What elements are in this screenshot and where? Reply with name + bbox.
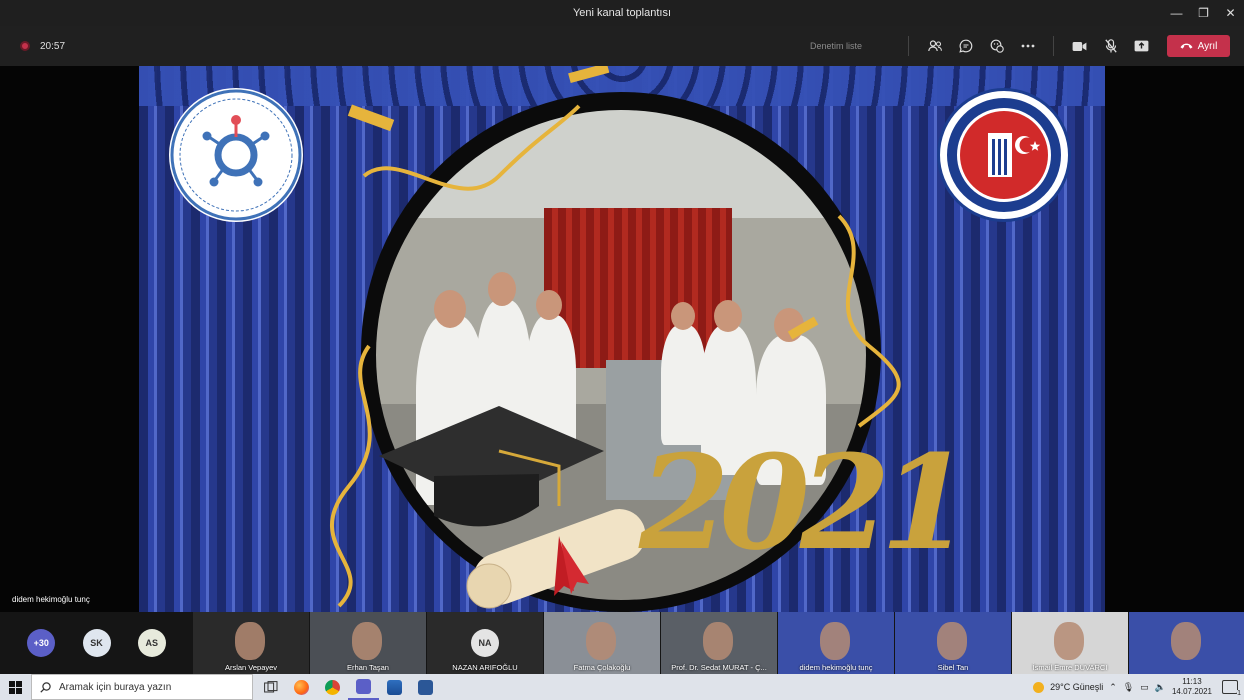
toolbar-divider <box>1053 36 1054 56</box>
photos-app[interactable] <box>379 674 410 700</box>
participant-tile[interactable]: didem hekimoğlu tunç <box>778 612 894 674</box>
participant-tile[interactable] <box>1129 612 1244 674</box>
participant-tile[interactable]: Sibel Tan <box>895 612 1011 674</box>
clock-time: 11:13 <box>1182 677 1202 686</box>
chrome-icon <box>325 679 340 695</box>
notification-count: 1 <box>1237 690 1241 697</box>
chat-icon[interactable] <box>950 26 981 66</box>
participant-name: Sibel Tan <box>937 663 969 672</box>
meeting-toolbar: 20:57 Denetim liste Ayrıl <box>0 26 1244 66</box>
participant-name: Arslan Vepayev <box>224 663 278 672</box>
firefox-app[interactable] <box>286 674 317 700</box>
chevron-up-icon[interactable]: ⌃ <box>1109 682 1117 693</box>
shared-video: 2021 didem hekimoğlu tunç <box>139 66 1105 612</box>
clock-date: 14.07.2021 <box>1171 687 1212 696</box>
photos-icon <box>387 679 402 695</box>
close-button[interactable]: ✕ <box>1217 0 1244 26</box>
window-controls: — ❐ ✕ <box>1163 0 1244 26</box>
participant-video-feed <box>586 622 616 660</box>
participant-video-feed <box>1054 622 1084 660</box>
year-artwork: 2021 <box>639 426 971 579</box>
speaker-name-label: didem hekimoğlu tunç <box>12 595 90 604</box>
participant-name: Prof. Dr. Sedat MURAT - Ç... <box>671 663 767 672</box>
windows-icon <box>9 680 22 694</box>
window-title: Yeni kanal toplantısı <box>572 7 672 19</box>
participant-avatar[interactable]: SK <box>82 629 111 657</box>
share-screen-icon[interactable] <box>1126 26 1157 66</box>
microphone-icon: 🎙 <box>1122 681 1135 692</box>
participant-tile[interactable]: NA NAZAN ARIFOĞLU <box>427 612 543 674</box>
participant-tile[interactable]: İsmail Emre DUVARCI <box>1012 612 1128 674</box>
leave-label: Ayrıl <box>1197 40 1218 52</box>
task-view-icon <box>263 681 277 693</box>
taskbar-search-box[interactable]: Aramak için buraya yazın <box>31 674 253 700</box>
participant-video-feed <box>937 622 967 660</box>
meeting-controls: Denetim liste Ayrıl <box>810 26 1230 66</box>
chrome-app[interactable] <box>317 674 348 700</box>
participant-avatar[interactable]: AS <box>137 629 166 657</box>
weather-text[interactable]: 29°C Güneşli <box>1050 682 1103 692</box>
participant-video-feed <box>235 622 265 660</box>
maximize-button[interactable]: ❐ <box>1190 0 1217 26</box>
participant-video-feed <box>703 622 733 660</box>
system-tray: 29°C Güneşli ⌃ 🎙 ▭ 🔈 11:13 14.07.2021 1 <box>1033 674 1244 700</box>
participant-video-feed <box>820 622 850 660</box>
toolbar-divider <box>908 36 909 56</box>
participants-icon[interactable] <box>919 26 950 66</box>
participant-name: Fatma Çolakoğlu <box>573 663 631 672</box>
system-clock[interactable]: 11:13 14.07.2021 <box>1172 677 1212 697</box>
meeting-timer: 20:57 <box>40 40 66 52</box>
overflow-participants: +30 SK AS <box>0 612 193 674</box>
firefox-icon <box>294 679 309 695</box>
participant-tile[interactable]: Erhan Taşan <box>310 612 426 674</box>
reactions-icon[interactable] <box>981 26 1012 66</box>
participant-name: didem hekimoğlu tunç <box>799 663 873 672</box>
word-icon <box>418 679 433 695</box>
participant-tile[interactable]: Fatma Çolakoğlu <box>544 612 660 674</box>
search-icon <box>40 681 51 693</box>
word-app[interactable] <box>410 674 441 700</box>
task-view-button[interactable] <box>255 674 286 700</box>
participant-video-feed <box>352 622 382 660</box>
camera-icon[interactable] <box>1064 26 1095 66</box>
weather-icon <box>1033 681 1045 693</box>
recording-icon <box>20 41 30 51</box>
main-stage: 2021 didem hekimoğlu tunç didem hekimoğl… <box>0 66 1244 612</box>
microphone-muted-icon[interactable] <box>1095 26 1126 66</box>
network-icon[interactable]: ▭ <box>1140 682 1149 693</box>
participant-tile[interactable]: Arslan Vepayev <box>193 612 309 674</box>
teams-app[interactable] <box>348 674 379 700</box>
participant-video-feed <box>1171 622 1201 660</box>
notifications-icon[interactable]: 1 <box>1222 680 1241 697</box>
more-participants-button[interactable]: +30 <box>27 629 56 657</box>
lobby-list-button[interactable]: Denetim liste <box>810 41 862 51</box>
participant-tile[interactable]: Prof. Dr. Sedat MURAT - Ç... <box>661 612 777 674</box>
start-button[interactable] <box>0 674 31 700</box>
leave-button[interactable]: Ayrıl <box>1167 35 1230 57</box>
windows-taskbar: Aramak için buraya yazın 29°C Güneşli ⌃ … <box>0 674 1244 700</box>
volume-icon[interactable]: 🔈 <box>1155 682 1166 693</box>
participant-name: Erhan Taşan <box>347 663 389 672</box>
participant-gallery: +30 SK AS Arslan Vepayev Erhan Taşan NA NAZ… <box>0 612 1244 674</box>
hang-up-icon <box>1180 43 1193 49</box>
teams-icon <box>356 678 371 694</box>
participant-initials-avatar: NA <box>471 629 499 657</box>
search-placeholder: Aramak için buraya yazın <box>59 681 172 693</box>
window-titlebar: Yeni kanal toplantısı — ❐ ✕ <box>0 0 1244 26</box>
more-options-icon[interactable] <box>1012 26 1043 66</box>
minimize-button[interactable]: — <box>1163 0 1190 26</box>
participant-name: İsmail Emre DUVARCI <box>1032 663 1108 672</box>
participant-name: NAZAN ARIFOĞLU <box>452 663 518 672</box>
